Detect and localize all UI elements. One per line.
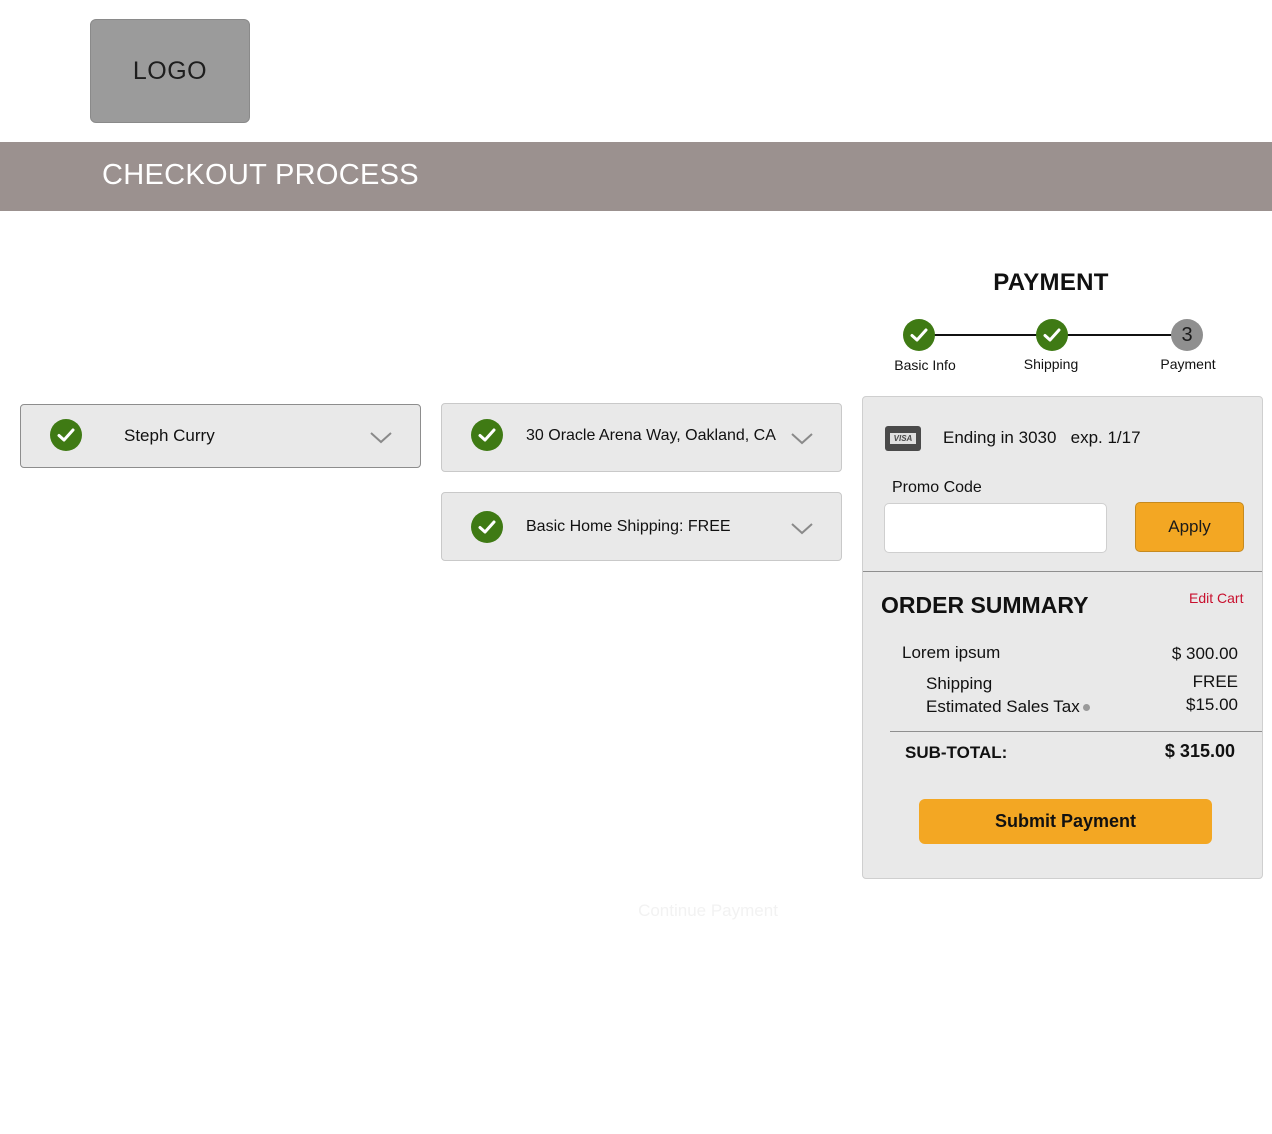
sales-tax-value: $15.00 [1186, 695, 1238, 714]
chevron-down-icon[interactable] [790, 522, 814, 536]
check-icon [471, 419, 503, 451]
address-value: 30 Oracle Arena Way, Oakland, CA [526, 427, 776, 444]
basic-info-value: Steph Curry [124, 426, 215, 445]
line-item-name: Lorem ipsum [902, 643, 1001, 662]
page-title: CHECKOUT PROCESS [102, 159, 419, 191]
checkout-banner: CHECKOUT PROCESS [0, 142, 1272, 211]
card-details: Ending in 3030 exp. 1/17 [943, 428, 1141, 448]
card-ending: Ending in 3030 [943, 428, 1057, 447]
shipping-value: FREE [1192, 672, 1238, 691]
line-item-price: $ 300.00 [1171, 644, 1238, 663]
order-summary-title: ORDER SUMMARY [881, 592, 1089, 618]
shipping-method-card[interactable]: Basic Home Shipping: FREE [441, 492, 842, 561]
card-expiry: exp. 1/17 [1070, 428, 1141, 447]
check-icon [910, 328, 928, 342]
logo[interactable]: LOGO [90, 19, 250, 123]
visa-card-icon: VISA [885, 426, 921, 451]
shipping-method-value: Basic Home Shipping: FREE [526, 518, 731, 535]
submit-payment-button[interactable]: Submit Payment [919, 799, 1212, 844]
address-card[interactable]: 30 Oracle Arena Way, Oakland, CA [441, 403, 842, 472]
chevron-down-icon[interactable] [790, 432, 814, 446]
chevron-down-icon[interactable] [369, 431, 393, 445]
step-heading: PAYMENT [993, 269, 1109, 296]
shipping-label: Shipping [926, 674, 993, 693]
payment-panel: VISA Ending in 3030 exp. 1/17 Promo Code… [862, 396, 1263, 879]
continue-payment-button[interactable]: Continue Payment [620, 901, 796, 921]
promo-code-input[interactable] [884, 503, 1107, 553]
summary-divider [890, 731, 1262, 732]
subtotal-label: SUB-TOTAL: [905, 743, 1008, 762]
step-shipping-check-icon[interactable] [1036, 319, 1068, 351]
sales-tax-label: Estimated Sales Tax [926, 697, 1080, 716]
check-icon [1043, 328, 1061, 342]
promo-code-label: Promo Code [892, 479, 982, 496]
basic-info-card[interactable]: Steph Curry [20, 404, 421, 468]
divider [863, 571, 1262, 572]
subtotal-value: $ 315.00 [1164, 741, 1235, 761]
step-basic-info-check-icon[interactable] [903, 319, 935, 351]
step-label-payment: Payment [1160, 356, 1216, 372]
step-payment-number[interactable]: 3 [1171, 319, 1203, 351]
info-icon[interactable] [1082, 704, 1090, 711]
edit-cart-link[interactable]: Edit Cart [1189, 590, 1243, 606]
sales-tax-row: Estimated Sales Tax [926, 697, 1090, 717]
step-label-basic-info: Basic Info [894, 357, 956, 373]
check-icon [50, 419, 82, 451]
step-label-shipping: Shipping [1023, 356, 1079, 372]
check-icon [471, 511, 503, 543]
apply-promo-button[interactable]: Apply [1135, 502, 1244, 552]
